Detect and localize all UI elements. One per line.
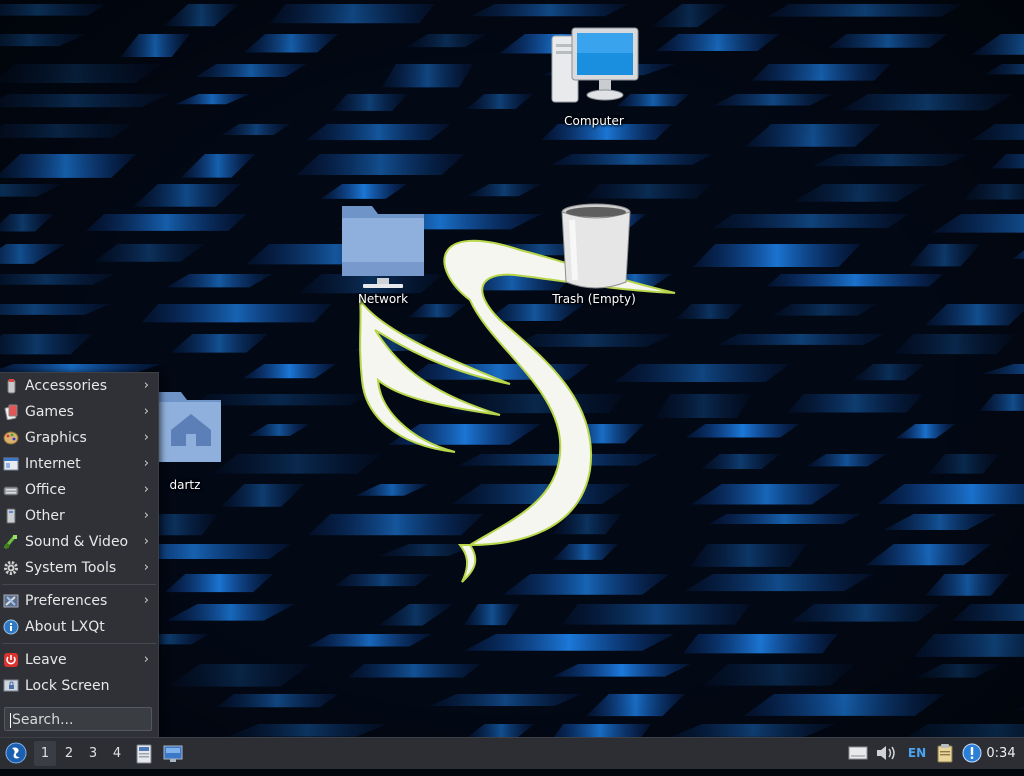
lxqt-logo-icon xyxy=(5,742,27,764)
chevron-right-icon: › xyxy=(143,482,149,497)
menu-item-label: System Tools xyxy=(25,560,117,576)
menu-item-graphics[interactable]: Graphics › xyxy=(0,425,158,451)
chevron-right-icon: › xyxy=(143,560,149,575)
sound-video-icon xyxy=(3,535,17,549)
menu-item-preferences[interactable]: Preferences › xyxy=(0,588,158,614)
network-folder-icon xyxy=(342,206,424,288)
quicklaunch-show-desktop[interactable] xyxy=(162,738,184,769)
menu-item-label: Office xyxy=(25,482,66,498)
chevron-right-icon: › xyxy=(143,652,149,667)
chevron-right-icon: › xyxy=(143,404,149,419)
desktop-icon-trash[interactable]: Trash (Empty) xyxy=(539,202,649,307)
desktop-switch-1[interactable]: 1 xyxy=(34,741,56,766)
menu-separator xyxy=(2,643,156,644)
menu-item-other[interactable]: Other › xyxy=(0,503,158,529)
trash-label: Trash (Empty) xyxy=(552,292,636,306)
chevron-right-icon: › xyxy=(143,378,149,393)
desktop-icon-computer[interactable]: Computer xyxy=(539,24,649,129)
menu-item-leave[interactable]: Leave › xyxy=(0,647,158,673)
menu-separator xyxy=(2,584,156,585)
lock-screen-icon xyxy=(3,679,19,692)
menu-item-label: Internet xyxy=(25,456,81,472)
internet-icon xyxy=(3,457,19,471)
desktop-switch-4[interactable]: 4 xyxy=(106,738,128,769)
chevron-right-icon: › xyxy=(143,593,149,608)
application-menu: Accessories › Games › Graphics › Interne… xyxy=(0,372,159,738)
menu-item-lock-screen[interactable]: Lock Screen xyxy=(0,673,158,699)
text-caret xyxy=(10,712,11,728)
chevron-right-icon: › xyxy=(143,456,149,471)
taskbar-panel: 1 2 3 4 EN 0:34 xyxy=(0,737,1024,769)
menu-item-label: Other xyxy=(25,508,65,524)
computer-icon xyxy=(551,27,639,103)
other-icon xyxy=(6,508,16,524)
graphics-icon xyxy=(3,431,19,445)
notification-alert-icon xyxy=(962,743,982,763)
menu-item-games[interactable]: Games › xyxy=(0,399,158,425)
file-manager-icon xyxy=(136,744,152,764)
clipboard-icon xyxy=(937,744,953,763)
volume-icon xyxy=(877,746,895,760)
computer-label: Computer xyxy=(564,114,624,128)
menu-item-system-tools[interactable]: System Tools › xyxy=(0,555,158,581)
tray-notification[interactable] xyxy=(960,738,984,769)
chevron-right-icon: › xyxy=(143,430,149,445)
menu-item-label: Sound & Video xyxy=(25,534,129,550)
menu-item-label: Accessories xyxy=(25,378,108,394)
accessories-icon xyxy=(7,379,16,394)
show-desktop-icon xyxy=(163,745,183,762)
keyboard-layout-indicator[interactable]: EN xyxy=(904,738,930,769)
chevron-right-icon: › xyxy=(143,534,149,549)
menu-item-sound-video[interactable]: Sound & Video › xyxy=(0,529,158,555)
tray-volume[interactable] xyxy=(874,738,898,769)
about-icon xyxy=(3,619,19,635)
chevron-right-icon: › xyxy=(143,508,149,523)
menu-item-label: Lock Screen xyxy=(25,678,110,694)
menu-search-input[interactable]: Search... xyxy=(4,707,152,731)
search-placeholder: Search... xyxy=(12,712,74,728)
drive-icon xyxy=(848,746,868,760)
trash-icon xyxy=(561,203,631,289)
games-icon xyxy=(4,404,18,420)
network-label: Network xyxy=(357,292,409,306)
tray-removable-device[interactable] xyxy=(846,738,870,769)
desktop-switch-2[interactable]: 2 xyxy=(58,738,80,769)
leave-icon xyxy=(4,653,18,667)
menu-item-office[interactable]: Office › xyxy=(0,477,158,503)
system-tools-icon xyxy=(4,561,18,575)
menu-item-label: Graphics xyxy=(25,430,87,446)
desktop-icon-network[interactable]: Network xyxy=(328,202,438,307)
office-icon xyxy=(3,486,19,496)
clock[interactable]: 0:34 xyxy=(984,738,1018,769)
menu-item-label: Leave xyxy=(25,652,67,668)
menu-item-about-lxqt[interactable]: About LXQt xyxy=(0,614,158,640)
menu-item-label: About LXQt xyxy=(25,619,105,635)
menu-item-accessories[interactable]: Accessories › xyxy=(0,373,158,399)
desktop-switch-3[interactable]: 3 xyxy=(82,738,104,769)
menu-item-label: Preferences xyxy=(25,593,108,609)
quicklaunch-file-manager[interactable] xyxy=(134,738,154,769)
menu-item-internet[interactable]: Internet › xyxy=(0,451,158,477)
menu-item-label: Games xyxy=(25,404,74,420)
preferences-icon xyxy=(3,594,19,608)
tray-clipboard[interactable] xyxy=(933,738,957,769)
main-menu-button[interactable] xyxy=(3,738,29,769)
